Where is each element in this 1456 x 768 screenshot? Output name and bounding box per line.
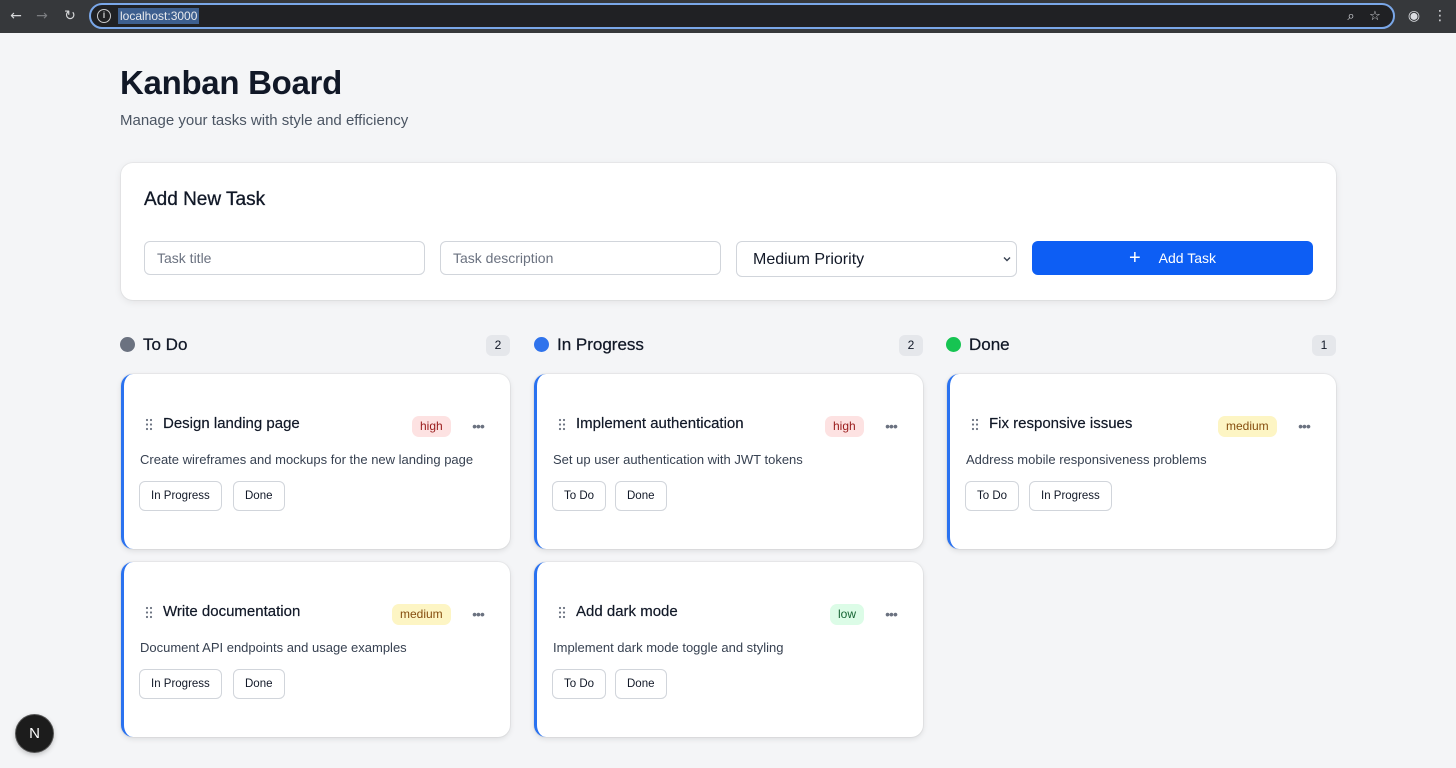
drag-handle-icon[interactable] bbox=[145, 418, 153, 431]
forward-arrow-icon[interactable]: → bbox=[32, 6, 52, 26]
task-title: Design landing page bbox=[163, 415, 300, 432]
task-description: Document API endpoints and usage example… bbox=[140, 640, 407, 655]
zoom-icon[interactable]: ⌕ bbox=[1343, 9, 1359, 25]
task-card[interactable]: Fix responsive issues medium ••• Address… bbox=[947, 374, 1336, 549]
task-card[interactable]: Implement authentication high ••• Set up… bbox=[534, 374, 923, 549]
address-bar[interactable]: i localhost:3000 ⌕ ☆ bbox=[89, 3, 1395, 29]
page-title: Kanban Board bbox=[120, 64, 342, 101]
task-description: Create wireframes and mockups for the ne… bbox=[140, 452, 474, 467]
more-options-icon[interactable]: ••• bbox=[1296, 418, 1312, 434]
task-card[interactable]: Add dark mode low ••• Implement dark mod… bbox=[534, 562, 923, 737]
task-title-input[interactable] bbox=[144, 241, 425, 275]
status-dot-icon bbox=[946, 337, 961, 352]
task-description: Set up user authentication with JWT toke… bbox=[553, 452, 803, 467]
priority-select[interactable]: Medium Priority bbox=[736, 241, 1017, 277]
add-task-panel: Add New Task Medium Priority + Add Task bbox=[121, 163, 1336, 300]
browser-toolbar: ← → ↻ i localhost:3000 ⌕ ☆ ◉ ⋮ bbox=[0, 0, 1456, 33]
priority-badge: low bbox=[830, 604, 865, 625]
more-options-icon[interactable]: ••• bbox=[470, 418, 486, 434]
drag-handle-icon[interactable] bbox=[971, 418, 979, 431]
back-arrow-icon[interactable]: ← bbox=[6, 6, 26, 26]
more-options-icon[interactable]: ••• bbox=[470, 606, 486, 622]
task-description: Address mobile responsiveness problems bbox=[966, 452, 1207, 467]
move-to-in-progress-button[interactable]: In Progress bbox=[139, 481, 222, 511]
drag-handle-icon[interactable] bbox=[558, 606, 566, 619]
task-title: Add dark mode bbox=[576, 603, 678, 620]
drag-handle-icon[interactable] bbox=[145, 606, 153, 619]
move-to-in-progress-button[interactable]: In Progress bbox=[139, 669, 222, 699]
column-title: Done bbox=[969, 335, 1010, 354]
profile-icon[interactable]: ◉ bbox=[1404, 6, 1424, 26]
priority-badge: high bbox=[412, 416, 451, 437]
task-title: Write documentation bbox=[163, 603, 301, 620]
info-icon[interactable]: i bbox=[97, 9, 111, 23]
url-text[interactable]: localhost:3000 bbox=[118, 8, 200, 24]
move-to-done-button[interactable]: Done bbox=[615, 481, 667, 511]
star-icon[interactable]: ☆ bbox=[1367, 9, 1383, 25]
column-count-badge: 2 bbox=[486, 335, 510, 356]
plus-icon: + bbox=[1128, 247, 1141, 269]
column-count-badge: 1 bbox=[1312, 335, 1336, 356]
move-to-in-progress-button[interactable]: In Progress bbox=[1029, 481, 1112, 511]
move-to-todo-button[interactable]: To Do bbox=[552, 669, 607, 699]
column-header-in-progress: In Progress 2 bbox=[534, 334, 923, 356]
column-header-done: Done 1 bbox=[946, 334, 1336, 356]
drag-handle-icon[interactable] bbox=[558, 418, 566, 431]
status-dot-icon bbox=[120, 337, 135, 352]
status-dot-icon bbox=[534, 337, 549, 352]
priority-select-value: Medium Priority bbox=[753, 251, 865, 268]
move-to-todo-button[interactable]: To Do bbox=[965, 481, 1020, 511]
add-task-button-label: Add Task bbox=[1158, 250, 1217, 266]
move-to-done-button[interactable]: Done bbox=[233, 481, 285, 511]
add-task-heading: Add New Task bbox=[144, 189, 266, 210]
task-title: Fix responsive issues bbox=[989, 415, 1133, 432]
move-to-done-button[interactable]: Done bbox=[233, 669, 285, 699]
move-to-done-button[interactable]: Done bbox=[615, 669, 667, 699]
task-card[interactable]: Design landing page high ••• Create wire… bbox=[121, 374, 510, 549]
task-description: Implement dark mode toggle and styling bbox=[553, 640, 784, 655]
chevron-down-icon bbox=[1003, 257, 1011, 262]
task-card[interactable]: Write documentation medium ••• Document … bbox=[121, 562, 510, 737]
priority-badge: high bbox=[825, 416, 864, 437]
priority-badge: medium bbox=[1218, 416, 1277, 437]
task-description-input[interactable] bbox=[440, 241, 721, 275]
reload-icon[interactable]: ↻ bbox=[60, 6, 80, 26]
kebab-menu-icon[interactable]: ⋮ bbox=[1430, 6, 1450, 26]
more-options-icon[interactable]: ••• bbox=[883, 418, 899, 434]
column-count-badge: 2 bbox=[899, 335, 923, 356]
column-title: In Progress bbox=[557, 335, 644, 354]
nextjs-dev-badge[interactable]: N bbox=[16, 715, 53, 752]
page-subtitle: Manage your tasks with style and efficie… bbox=[120, 112, 409, 129]
column-header-todo: To Do 2 bbox=[120, 334, 510, 356]
add-task-button[interactable]: + Add Task bbox=[1032, 241, 1313, 275]
column-title: To Do bbox=[143, 335, 188, 354]
more-options-icon[interactable]: ••• bbox=[883, 606, 899, 622]
move-to-todo-button[interactable]: To Do bbox=[552, 481, 607, 511]
task-title: Implement authentication bbox=[576, 415, 744, 432]
priority-badge: medium bbox=[392, 604, 451, 625]
